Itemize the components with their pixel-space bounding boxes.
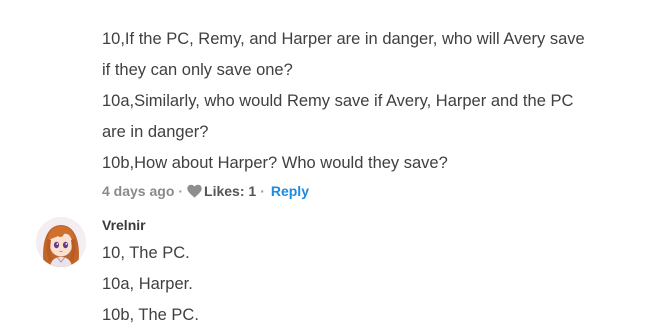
timestamp[interactable]: 4 days ago	[102, 183, 174, 199]
likes-count: Likes: 1	[204, 183, 257, 199]
comment-line: 10b,How about Harper? Who would they sav…	[102, 154, 448, 172]
reply-body: 10, The PC. 10a, Harper. 10b, The PC.	[102, 238, 642, 328]
comment-line: are in danger?	[102, 123, 209, 141]
comment-meta: 4 days ago · Likes: 1 · Reply	[102, 181, 309, 201]
comment-line: 10a, Harper.	[102, 275, 193, 293]
username[interactable]: Vrelnir	[102, 217, 146, 233]
comment-thread: 10,If the PC, Remy, and Harper are in da…	[0, 0, 670, 328]
avatar[interactable]	[36, 217, 86, 267]
comment-line: 10, The PC.	[102, 244, 190, 262]
heart-icon[interactable]	[187, 184, 202, 198]
user-avatar-image	[36, 217, 86, 267]
comment-line: if they can only save one?	[102, 61, 293, 79]
comment-line: 10,If the PC, Remy, and Harper are in da…	[102, 30, 585, 48]
reply-button[interactable]: Reply	[271, 183, 309, 199]
comment-line: 10b, The PC.	[102, 306, 199, 324]
separator: ·	[178, 183, 184, 199]
separator: ·	[260, 183, 265, 199]
comment-line: 10a,Similarly, who would Remy save if Av…	[102, 92, 574, 110]
comment-body: 10,If the PC, Remy, and Harper are in da…	[102, 24, 642, 179]
